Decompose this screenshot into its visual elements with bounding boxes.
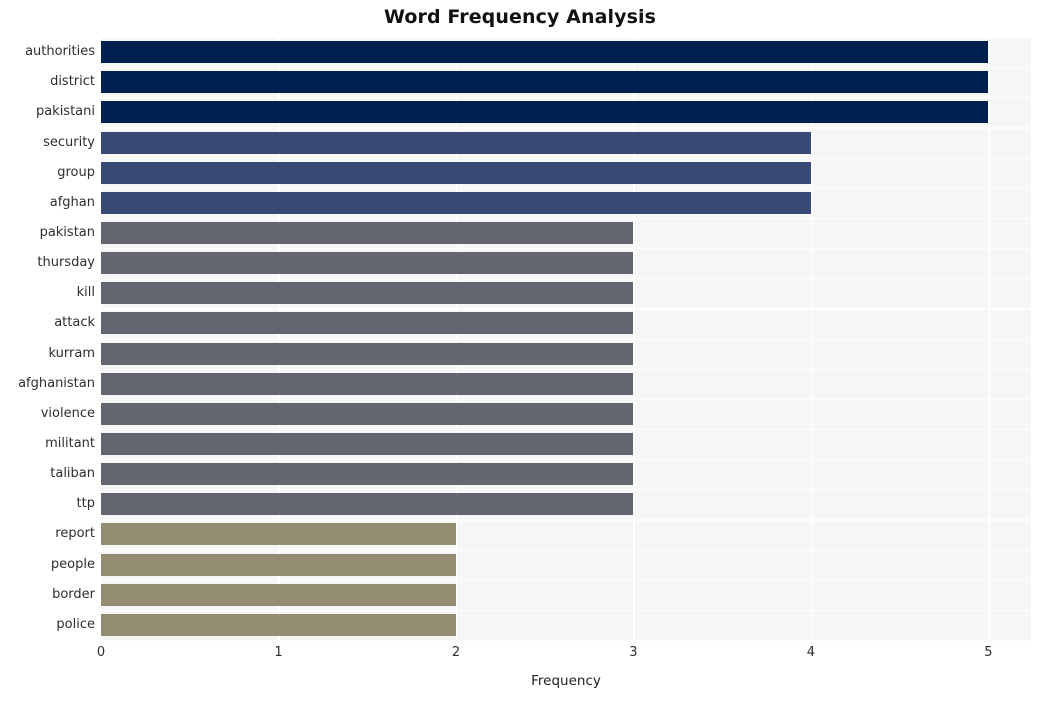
horizontal-gridline	[101, 428, 1031, 431]
bar	[101, 463, 634, 486]
bar	[101, 613, 456, 636]
horizontal-gridline	[101, 127, 1031, 129]
y-axis-tick-label: pakistani	[35, 104, 95, 120]
y-axis-tick-label: report	[55, 526, 95, 542]
y-axis-tick-label: police	[56, 616, 95, 632]
horizontal-gridline	[101, 67, 1031, 69]
x-axis-tick-label: 1	[274, 645, 283, 660]
bar	[101, 312, 634, 335]
y-axis-tick-label: district	[50, 74, 95, 90]
horizontal-gridline	[101, 398, 1031, 400]
horizontal-gridline	[101, 368, 1031, 370]
x-axis-tick-label: 0	[96, 645, 106, 660]
x-axis-tick-label: 4	[806, 645, 816, 660]
horizontal-gridline	[101, 217, 1031, 220]
horizontal-gridline	[101, 97, 1031, 99]
horizontal-gridline	[101, 489, 1031, 491]
bar	[101, 433, 634, 456]
vertical-gridline	[988, 37, 990, 640]
x-axis-tick-labels: 0 1 2 3 4 5	[0, 645, 1040, 667]
horizontal-gridline	[101, 308, 1031, 310]
x-axis-tick-label: 5	[984, 645, 993, 660]
horizontal-gridline	[101, 640, 1031, 642]
bar	[101, 161, 811, 184]
bar	[101, 252, 634, 275]
y-axis-tick-label: border	[52, 586, 95, 602]
bar	[101, 583, 456, 606]
horizontal-gridline	[101, 579, 1031, 581]
y-axis-tick-label: afghan	[49, 194, 95, 210]
vertical-gridline	[278, 37, 280, 640]
horizontal-gridline	[101, 549, 1031, 551]
y-axis-tick-label: violence	[40, 405, 95, 421]
horizontal-gridline	[101, 157, 1031, 159]
bar	[101, 372, 634, 395]
bar	[101, 191, 811, 214]
y-axis-tick-label: security	[43, 134, 95, 150]
horizontal-gridline	[101, 609, 1031, 612]
horizontal-gridline	[101, 278, 1031, 280]
bar	[101, 71, 989, 94]
y-axis-tick-label: group	[57, 164, 95, 180]
bar	[101, 402, 634, 425]
x-axis-title: Frequency	[531, 673, 601, 689]
bar	[101, 131, 811, 154]
y-axis-tick-label: ttp	[76, 496, 95, 512]
bar	[101, 41, 989, 64]
y-axis-tick-label: pakistan	[39, 224, 95, 240]
bar	[101, 221, 634, 244]
y-axis-tick-label: people	[50, 556, 95, 572]
plot-area	[101, 37, 1031, 642]
vertical-gridline	[101, 37, 103, 640]
x-axis-tick-label: 2	[451, 645, 461, 660]
y-axis-tick-label: militant	[45, 436, 95, 452]
y-axis-tick-label: afghanistan	[18, 375, 95, 391]
vertical-gridline	[633, 37, 635, 640]
y-axis-tick-label: kurram	[48, 345, 95, 361]
x-axis-tick-label: 3	[629, 645, 638, 660]
bar	[101, 553, 456, 576]
bar	[101, 493, 634, 516]
horizontal-gridline	[101, 459, 1031, 461]
horizontal-gridline	[101, 519, 1031, 521]
bar	[101, 523, 456, 546]
vertical-gridline	[810, 37, 813, 640]
y-axis-tick-label: attack	[54, 315, 95, 331]
y-axis-tick-label: taliban	[50, 466, 95, 482]
bar	[101, 101, 989, 124]
horizontal-gridline	[101, 248, 1031, 250]
bar	[101, 342, 634, 365]
y-axis-tick-label: kill	[76, 285, 95, 301]
chart-title: Word Frequency Analysis	[383, 6, 657, 28]
chart-figure: Word Frequency Analysis authorities distr…	[0, 0, 1040, 701]
bar	[101, 282, 634, 305]
y-axis-tick-label: authorities	[25, 44, 95, 60]
vertical-gridline	[455, 37, 458, 640]
y-axis-tick-labels: authorities district pakistani security grou…	[0, 37, 95, 640]
horizontal-gridline	[101, 338, 1031, 340]
y-axis-tick-label: thursday	[37, 255, 95, 271]
horizontal-gridline	[101, 187, 1031, 189]
horizontal-gridline	[101, 37, 1031, 39]
